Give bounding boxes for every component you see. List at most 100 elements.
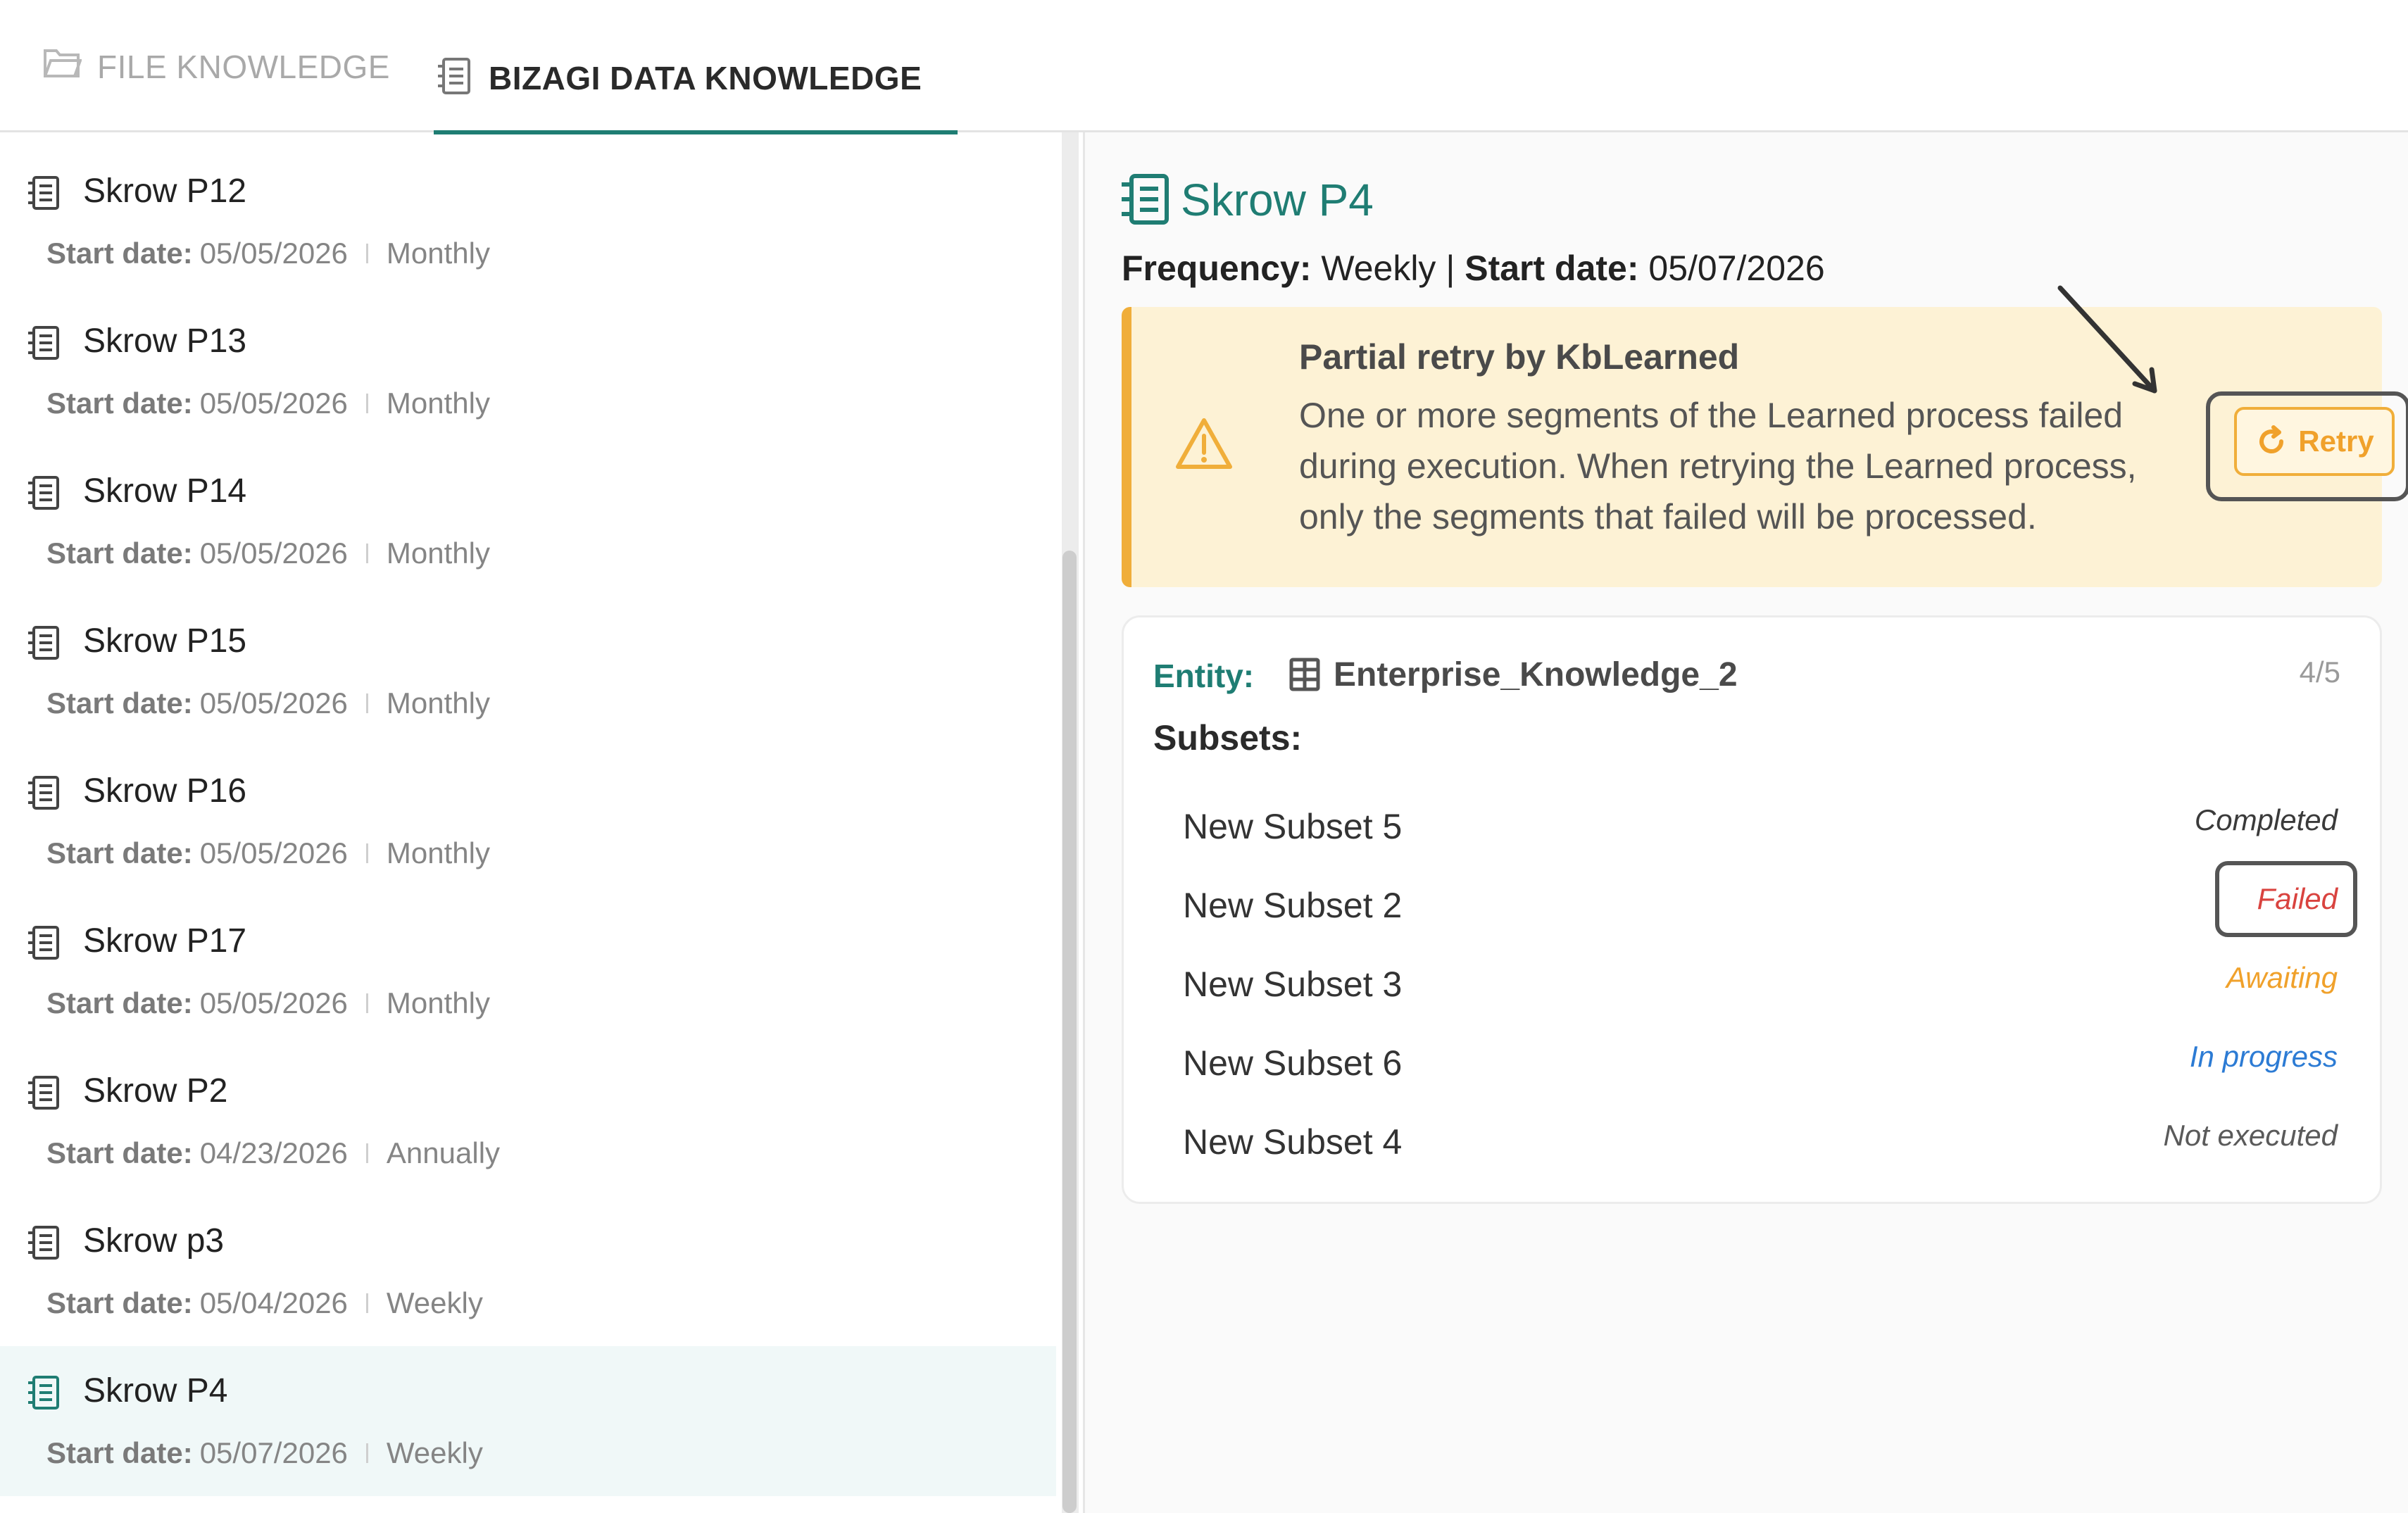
item-meta: Start date: 05/04/2026 Weekly <box>46 1286 483 1320</box>
item-meta: Start date: 05/07/2026 Weekly <box>46 1436 483 1470</box>
subset-name: New Subset 3 <box>1183 965 1403 1004</box>
status-completed: Completed <box>2194 803 2338 836</box>
tab-file-knowledge[interactable]: FILE KNOWLEDGE <box>42 42 390 132</box>
list-item[interactable]: Skrow P2 Start date: 04/23/2026 Annually <box>0 1046 1056 1196</box>
frequency: Monthly <box>386 237 490 270</box>
subset-name: New Subset 2 <box>1183 886 1403 925</box>
table-icon <box>1287 657 1322 692</box>
start-date: 05/05/2026 <box>199 686 348 720</box>
tab-bar: FILE KNOWLEDGE BIZAGI DATA KNOWLEDGE <box>0 0 2408 134</box>
pointer-arrow-icon <box>2057 285 2157 394</box>
subset-name: New Subset 5 <box>1183 807 1403 846</box>
data-list-icon <box>25 1074 62 1111</box>
frequency: Annually <box>386 1136 501 1169</box>
status-in-progress: In progress <box>2189 1040 2338 1073</box>
list-item[interactable]: Skrow P16 Start date: 05/05/2026 Monthly <box>0 746 1056 896</box>
item-meta: Start date: 05/05/2026 Monthly <box>46 536 490 570</box>
divider <box>365 993 368 1013</box>
frequency-label: Frequency: <box>1122 249 1312 288</box>
subsets-label: Subsets: <box>1153 718 1303 758</box>
start-label: Start date: <box>46 387 193 420</box>
data-list-icon <box>25 774 62 811</box>
subset-name: New Subset 4 <box>1183 1122 1403 1162</box>
subsets-card: Entity: Enterprise_Knowledge_2 4/5 Subse… <box>1122 615 2382 1204</box>
detail-title-text: Skrow P4 <box>1181 175 1374 225</box>
start-date: 05/05/2026 <box>199 237 348 270</box>
detail-title: Skrow P4 <box>1117 172 1374 228</box>
divider <box>365 544 368 563</box>
data-list-icon <box>25 475 62 511</box>
separator: | <box>1446 249 1455 288</box>
list-item[interactable]: Skrow P17 Start date: 05/05/2026 Monthly <box>0 896 1056 1046</box>
list-item[interactable]: Skrow P15 Start date: 05/05/2026 Monthly <box>0 596 1056 746</box>
start-date: 05/05/2026 <box>199 387 348 420</box>
item-meta: Start date: 05/05/2026 Monthly <box>46 686 490 720</box>
start-label: Start date: <box>46 1136 193 1169</box>
start-date: 05/05/2026 <box>199 536 348 570</box>
data-list-icon <box>25 1224 62 1261</box>
start-label: Start date: <box>46 986 193 1019</box>
frequency: Monthly <box>386 836 490 869</box>
tab-bizagi-data-knowledge[interactable]: BIZAGI DATA KNOWLEDGE <box>434 42 958 134</box>
start-date: 05/05/2026 <box>199 986 348 1019</box>
list-item[interactable]: Skrow P13 Start date: 05/05/2026 Monthly <box>0 296 1056 446</box>
partial-retry-alert: Partial retry by KbLearned One or more s… <box>1122 307 2408 587</box>
list-item-selected[interactable]: Skrow P4 Start date: 05/07/2026 Weekly <box>0 1346 1056 1496</box>
alert-message: One or more segments of the Learned proc… <box>1299 396 2137 536</box>
item-meta: Start date: 05/05/2026 Monthly <box>46 836 490 870</box>
frequency: Monthly <box>386 986 490 1019</box>
status-failed: Failed <box>2257 882 2338 915</box>
start-label: Start date: <box>46 686 193 720</box>
subset-row: New Subset 2 Failed <box>1183 861 2357 937</box>
divider <box>365 1443 368 1463</box>
start-label: Start date: <box>46 237 193 270</box>
divider <box>365 843 368 863</box>
scrollbar-thumb[interactable] <box>1062 551 1077 1513</box>
list-item[interactable]: Skrow P12 Start date: 05/05/2026 Monthly <box>0 146 1056 296</box>
list-item[interactable]: Skrow P14 Start date: 05/05/2026 Monthly <box>0 446 1056 596</box>
entity-label: Entity: <box>1153 658 1255 694</box>
subset-row: New Subset 4 Not executed <box>1183 1110 2338 1174</box>
divider <box>365 1143 368 1163</box>
item-name: Skrow P13 <box>83 322 247 360</box>
frequency: Weekly <box>386 1286 483 1319</box>
start-date: 05/04/2026 <box>199 1286 348 1319</box>
data-list-icon <box>25 1374 62 1411</box>
subset-count: 4/5 <box>2299 655 2340 689</box>
tab-label: FILE KNOWLEDGE <box>97 49 390 85</box>
subset-row: New Subset 3 Awaiting <box>1183 953 2338 1016</box>
data-list-icon <box>25 924 62 961</box>
item-name: Skrow P4 <box>83 1372 228 1410</box>
entity-name: Enterprise_Knowledge_2 <box>1334 656 1738 693</box>
divider <box>365 693 368 713</box>
data-list-icon <box>25 175 62 211</box>
item-meta: Start date: 05/05/2026 Monthly <box>46 986 490 1020</box>
divider <box>365 1293 368 1313</box>
status-awaiting: Awaiting <box>2226 961 2338 994</box>
process-list: Skrow P12 Start date: 05/05/2026 Monthly S… <box>0 132 1062 1513</box>
schedule-info: Frequency: Weekly | Start date: 05/07/20… <box>1122 248 1825 289</box>
frequency: Monthly <box>386 387 490 420</box>
start-label: Start date: <box>46 836 193 869</box>
start-label: Start date: <box>1465 249 1639 288</box>
list-item[interactable]: Skrow p3 Start date: 05/04/2026 Weekly <box>0 1196 1056 1346</box>
item-meta: Start date: 05/05/2026 Monthly <box>46 237 490 270</box>
item-name: Skrow p3 <box>83 1222 225 1260</box>
item-name: Skrow P14 <box>83 472 247 510</box>
data-list-icon <box>25 624 62 661</box>
subset-row: New Subset 5 Completed <box>1183 795 2338 858</box>
retry-button[interactable]: Retry <box>2234 407 2395 476</box>
item-name: Skrow P16 <box>83 772 247 810</box>
item-name: Skrow P15 <box>83 622 247 660</box>
frequency: Monthly <box>386 536 490 570</box>
frequency: Monthly <box>386 686 490 720</box>
data-list-icon <box>434 56 473 96</box>
subset-name: New Subset 6 <box>1183 1043 1403 1083</box>
item-name: Skrow P12 <box>83 172 247 210</box>
retry-label: Retry <box>2298 425 2374 458</box>
detail-panel: Skrow P4 Frequency: Weekly | Start date:… <box>1085 132 2408 1513</box>
warning-icon <box>1174 416 1234 472</box>
item-name: Skrow P2 <box>83 1072 228 1110</box>
start-date: 04/23/2026 <box>199 1136 348 1169</box>
start-value: 05/07/2026 <box>1648 249 1825 288</box>
